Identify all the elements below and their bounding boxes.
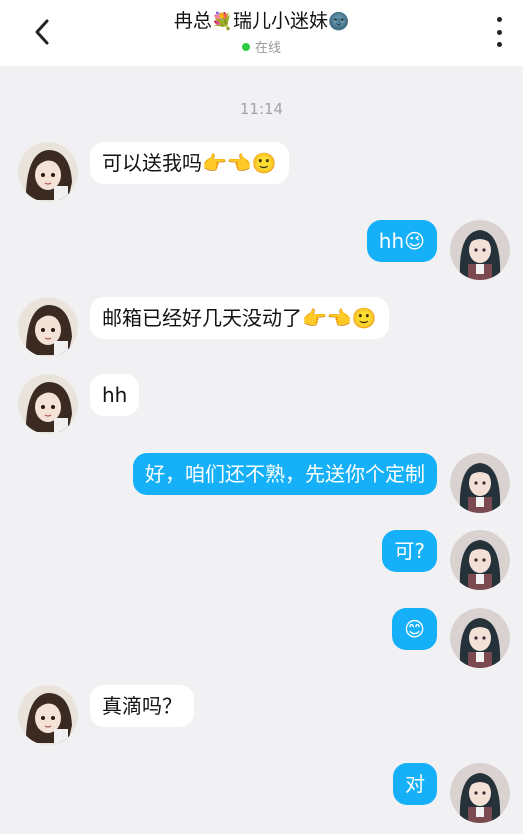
status-text: 在线 — [254, 41, 281, 56]
user-avatar[interactable] — [450, 763, 510, 823]
message-row: 好，咱们还不熟，先送你个定制 — [0, 453, 523, 513]
contact-avatar[interactable] — [18, 374, 78, 434]
title-name: 瑞儿小迷妹 — [233, 10, 329, 32]
chat-title-area: 冉总💐瑞儿小迷妹🌚 在线 — [0, 8, 523, 56]
more-options-button[interactable] — [489, 14, 509, 50]
avatar-anime-girl-icon — [450, 453, 510, 513]
message-row: 😊 — [0, 608, 523, 668]
message-bubble[interactable]: 😊 — [392, 608, 437, 650]
contact-avatar[interactable] — [18, 297, 78, 357]
avatar-anime-girl-icon — [18, 685, 78, 745]
message-row: 可以送我吗👉👈🙂 — [0, 142, 523, 202]
message-bubble[interactable]: hh😉 — [366, 220, 437, 262]
user-avatar[interactable] — [450, 220, 510, 280]
message-row: 可? — [0, 530, 523, 590]
message-row: hh — [0, 374, 523, 434]
message-bubble[interactable]: 可以送我吗👉👈🙂 — [90, 142, 289, 184]
contact-avatar[interactable] — [18, 142, 78, 202]
chat-timestamp: 11:14 — [239, 100, 284, 118]
user-avatar[interactable] — [450, 608, 510, 668]
avatar-anime-girl-icon — [18, 374, 78, 434]
avatar-anime-girl-icon — [450, 530, 510, 590]
message-bubble[interactable]: 真滴吗？ — [90, 685, 194, 727]
user-avatar[interactable] — [450, 530, 510, 590]
message-row: 真滴吗？ — [0, 685, 523, 745]
more-dot-icon — [496, 17, 502, 22]
avatar-anime-girl-icon — [450, 763, 510, 823]
user-avatar[interactable] — [450, 453, 510, 513]
avatar-anime-girl-icon — [18, 142, 78, 202]
message-bubble[interactable]: 对 — [393, 763, 437, 805]
online-status: 在线 — [0, 37, 523, 56]
avatar-anime-girl-icon — [18, 297, 78, 357]
contact-avatar[interactable] — [18, 685, 78, 745]
chat-header: 冉总💐瑞儿小迷妹🌚 在线 — [0, 0, 523, 66]
new-moon-face-icon: 🌚 — [328, 12, 350, 32]
message-row: 对 — [0, 763, 523, 823]
message-bubble[interactable]: 好，咱们还不熟，先送你个定制 — [133, 453, 437, 495]
more-dot-icon — [496, 29, 502, 35]
avatar-anime-girl-icon — [450, 608, 510, 668]
bouquet-icon: 💐 — [211, 12, 233, 32]
message-row: hh😉 — [0, 220, 523, 280]
message-row: 邮箱已经好几天没动了👉👈🙂 — [0, 297, 523, 357]
message-bubble[interactable]: 可? — [382, 530, 437, 572]
message-bubble[interactable]: 邮箱已经好几天没动了👉👈🙂 — [90, 297, 389, 339]
more-dot-icon — [496, 42, 502, 47]
title-prefix: 冉总 — [173, 10, 212, 32]
avatar-anime-girl-icon — [450, 220, 510, 280]
online-dot-icon — [241, 42, 250, 51]
message-bubble[interactable]: hh — [90, 374, 140, 416]
chat-title: 冉总💐瑞儿小迷妹🌚 — [0, 8, 523, 35]
